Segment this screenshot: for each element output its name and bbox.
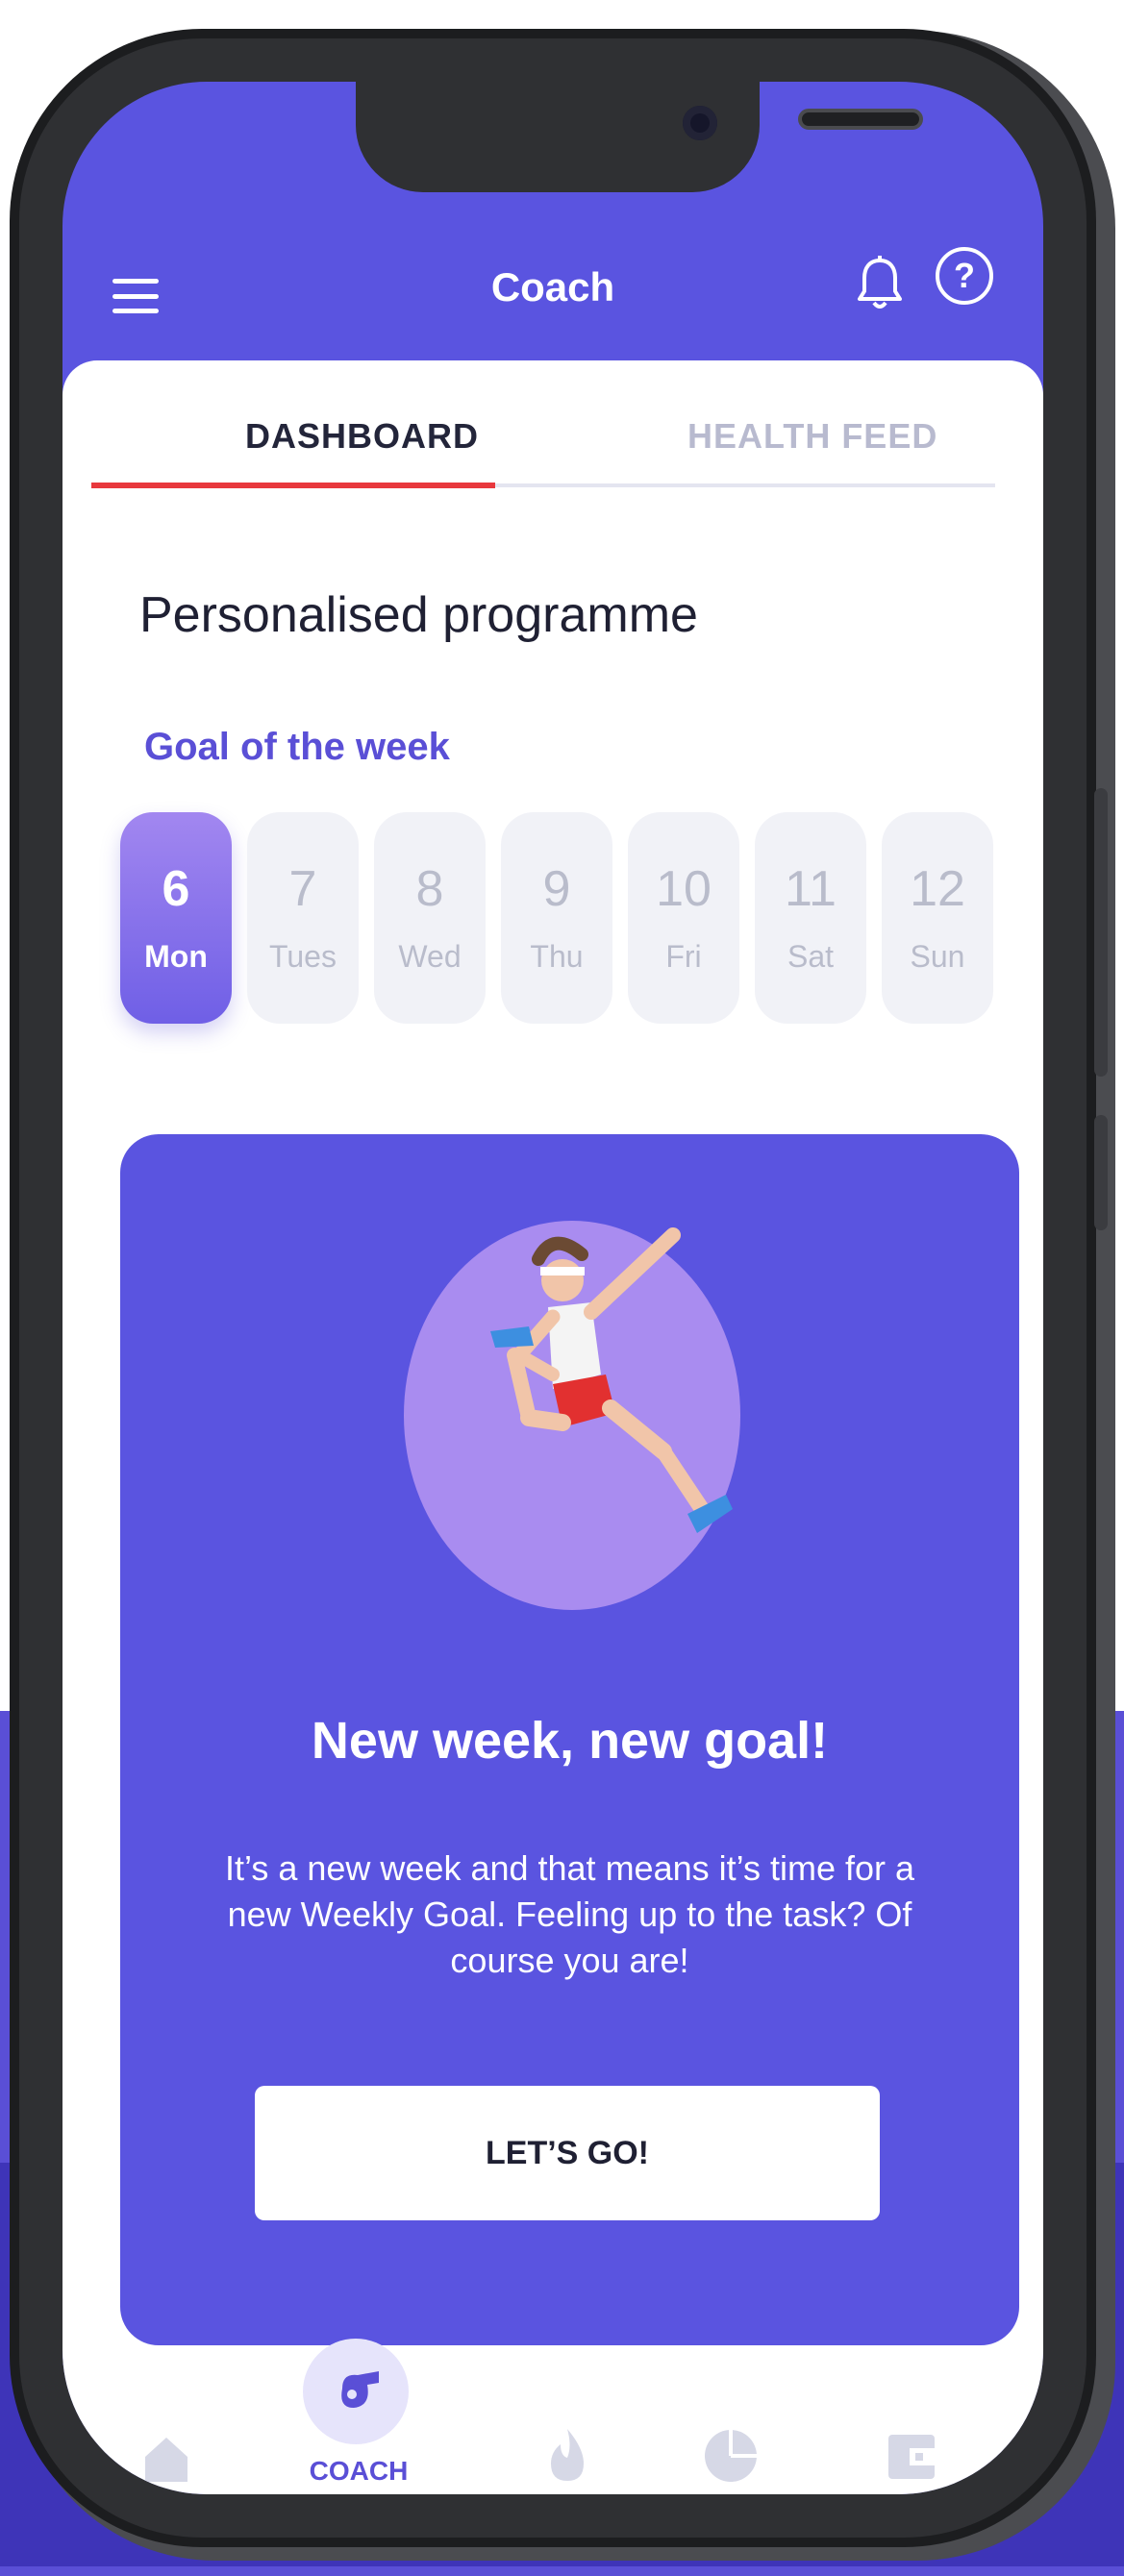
day-chip-wed[interactable]: 8 Wed bbox=[374, 812, 486, 1024]
day-number: 8 bbox=[415, 861, 444, 917]
tab-divider bbox=[91, 483, 995, 488]
side-button bbox=[1094, 788, 1108, 1077]
wallet-icon bbox=[888, 2435, 935, 2479]
nav-home[interactable] bbox=[115, 2389, 221, 2494]
day-label: Tues bbox=[269, 939, 337, 974]
card-description: It’s a new week and that means it’s time… bbox=[224, 1848, 915, 1980]
day-number: 12 bbox=[910, 861, 965, 917]
day-chip-tues[interactable]: 7 Tues bbox=[247, 812, 359, 1024]
day-label: Wed bbox=[398, 939, 462, 974]
app-header: Coach ? bbox=[62, 82, 1043, 370]
nav-coach-label[interactable]: COACH bbox=[282, 2456, 436, 2487]
day-number: 11 bbox=[785, 861, 837, 917]
day-label: Sun bbox=[910, 939, 965, 974]
help-icon[interactable]: ? bbox=[936, 247, 993, 305]
day-label: Sat bbox=[787, 939, 835, 974]
section-heading: Personalised programme bbox=[139, 587, 698, 643]
lets-go-button[interactable]: LET’S GO! bbox=[255, 2086, 880, 2220]
day-number: 9 bbox=[542, 861, 571, 917]
day-label: Fri bbox=[665, 939, 702, 974]
side-button-lower bbox=[1094, 1115, 1108, 1230]
nav-stats[interactable] bbox=[678, 2389, 784, 2494]
tab-active-indicator bbox=[91, 483, 495, 488]
day-chip-fri[interactable]: 10 Fri bbox=[628, 812, 739, 1024]
day-number: 7 bbox=[288, 861, 317, 917]
goal-of-week-label: Goal of the week bbox=[144, 726, 450, 768]
day-chip-mon[interactable]: 6 Mon bbox=[120, 812, 232, 1024]
phone-frame: Coach ? DASHBOARD HEALTH FEED Personalis… bbox=[19, 38, 1108, 2538]
card-title: New week, new goal! bbox=[311, 1712, 829, 1770]
main-panel: DASHBOARD HEALTH FEED Personalised progr… bbox=[62, 360, 1043, 2494]
tab-bar: DASHBOARD HEALTH FEED bbox=[91, 360, 1014, 495]
runner-illustration bbox=[385, 1221, 740, 1624]
weekly-goal-card: New week, new goal! It’s a new week and … bbox=[120, 1134, 1019, 2345]
flame-icon bbox=[551, 2429, 584, 2481]
nav-wallet[interactable] bbox=[861, 2389, 966, 2494]
day-chip-thu[interactable]: 9 Thu bbox=[501, 812, 612, 1024]
home-icon bbox=[145, 2438, 187, 2482]
pie-chart-icon bbox=[705, 2430, 757, 2482]
day-number: 6 bbox=[162, 861, 190, 917]
day-chip-sun[interactable]: 12 Sun bbox=[882, 812, 993, 1024]
bell-icon[interactable] bbox=[856, 255, 904, 317]
nav-flame[interactable] bbox=[514, 2389, 620, 2494]
tab-dashboard[interactable]: DASHBOARD bbox=[245, 416, 479, 457]
day-selector: 6 Mon 7 Tues 8 Wed 9 Thu 10 Fri 11 Sat 1… bbox=[120, 812, 1024, 1033]
tab-health-feed[interactable]: HEALTH FEED bbox=[687, 416, 937, 457]
phone-screen: Coach ? DASHBOARD HEALTH FEED Personalis… bbox=[62, 82, 1043, 2494]
bottom-nav bbox=[62, 2389, 1043, 2494]
day-label: Mon bbox=[144, 939, 208, 974]
day-number: 10 bbox=[656, 861, 712, 917]
day-label: Thu bbox=[530, 939, 584, 974]
day-chip-sat[interactable]: 11 Sat bbox=[755, 812, 866, 1024]
